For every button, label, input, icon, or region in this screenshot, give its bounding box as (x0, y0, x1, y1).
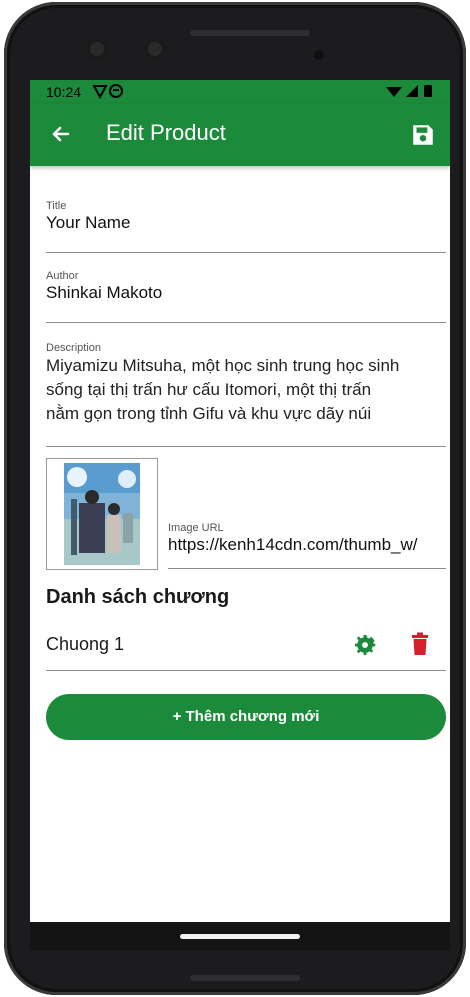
cover-image-thumbnail (46, 458, 158, 570)
save-icon[interactable] (410, 122, 436, 148)
image-row: Image URL https://kenh14cdn.com/thumb_w/ (46, 458, 446, 570)
wifi-cell-battery-icons (386, 85, 432, 97)
screen: 10:24 Edit Product Title Your Name Autho… (30, 80, 450, 950)
status-notification-icons (92, 83, 126, 103)
notification-icons (92, 84, 123, 100)
proximity-sensor (314, 50, 324, 60)
phone-top-bezel (26, 14, 446, 84)
chapter-list-item: Chuong 1 (46, 622, 446, 671)
description-field[interactable]: Description Miyamizu Mitsuha, một học si… (46, 342, 446, 447)
description-line-2: sống tại thị trấn hư cấu Itomori, một th… (46, 380, 372, 399)
trash-icon[interactable] (410, 632, 430, 656)
description-line-1: Miyamizu Mitsuha, một học sinh trung học… (46, 356, 400, 375)
title-label: Title (46, 200, 67, 212)
status-time: 10:24 (46, 84, 82, 100)
cover-image (64, 463, 140, 565)
system-navigation-bar (30, 922, 450, 950)
author-value: Shinkai Makoto (46, 283, 163, 302)
back-arrow-icon[interactable] (44, 118, 76, 150)
image-url-field[interactable]: Image URL https://kenh14cdn.com/thumb_w/ (168, 518, 446, 569)
bottom-speaker (190, 975, 300, 981)
home-gesture-pill[interactable] (180, 934, 300, 939)
image-url-label: Image URL (168, 522, 224, 534)
image-url-value: https://kenh14cdn.com/thumb_w/ (168, 535, 418, 554)
status-system-icons (384, 83, 438, 102)
author-label: Author (46, 270, 79, 282)
app-bar: Edit Product (30, 104, 450, 166)
title-value: Your Name (46, 213, 131, 232)
earpiece-speaker (190, 30, 310, 36)
chapter-label: Chuong 1 (46, 634, 125, 654)
author-field[interactable]: Author Shinkai Makoto (46, 270, 446, 323)
front-camera-left (86, 38, 108, 60)
description-line-3: nằm gọn trong tỉnh Gifu và khu vực dãy n… (46, 404, 372, 423)
title-field[interactable]: Title Your Name (46, 200, 446, 253)
description-label: Description (46, 342, 102, 354)
page-title: Edit Product (106, 120, 226, 145)
add-chapter-button[interactable]: + Thêm chương mới (46, 694, 446, 740)
front-camera-right (144, 38, 166, 60)
status-bar: 10:24 (30, 80, 450, 104)
gear-icon[interactable] (354, 634, 376, 656)
chapter-list-heading: Danh sách chương (46, 586, 230, 608)
